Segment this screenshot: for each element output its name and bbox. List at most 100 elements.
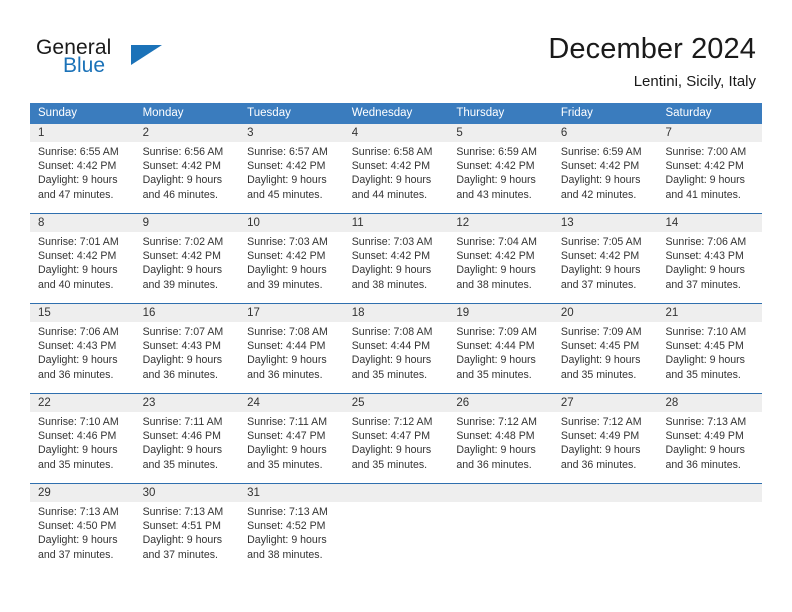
day-cell[interactable]: Sunrise: 7:03 AM Sunset: 4:42 PM Daylight:…: [344, 232, 449, 303]
day-number[interactable]: 11: [344, 214, 449, 232]
daylight-text: and 35 minutes.: [351, 458, 428, 471]
day-number[interactable]: 26: [448, 394, 553, 412]
daylight-text: and 38 minutes.: [247, 548, 323, 561]
day-number[interactable]: 2: [135, 124, 240, 142]
day-cell[interactable]: Sunrise: 7:13 AM Sunset: 4:49 PM Daylight:…: [657, 412, 762, 483]
day-cell[interactable]: Sunrise: 7:04 AM Sunset: 4:42 PM Daylight:…: [448, 232, 553, 303]
daylight-text: Daylight: 9 hours: [351, 444, 432, 457]
day-number[interactable]: 21: [657, 304, 762, 322]
day-cell[interactable]: Sunrise: 7:12 AM Sunset: 4:47 PM Daylight:…: [344, 412, 449, 483]
day-cell[interactable]: Sunrise: 7:08 AM Sunset: 4:44 PM Daylight:…: [239, 322, 344, 393]
daylight-text: Daylight: 9 hours: [38, 264, 118, 277]
day-number[interactable]: 23: [135, 394, 240, 412]
daylight-text: Daylight: 9 hours: [247, 444, 327, 457]
day-cell[interactable]: Sunrise: 7:00 AM Sunset: 4:42 PM Daylight:…: [657, 142, 762, 213]
sunrise-text: Sunrise: 7:08 AM: [351, 326, 433, 338]
calendar-week-row: 22 23 24 25 26 27 28 Sunrise: 7:10 AM Sunset: 4:…: [30, 393, 762, 483]
daylight-text: and 35 minutes.: [560, 368, 637, 381]
weekday-header-saturday: Saturday: [665, 107, 712, 119]
day-cell[interactable]: Sunrise: 7:01 AM Sunset: 4:42 PM Daylight:…: [30, 232, 135, 303]
day-number[interactable]: 7: [657, 124, 762, 142]
day-cell[interactable]: Sunrise: 6:59 AM Sunset: 4:42 PM Daylight:…: [448, 142, 553, 213]
day-cell[interactable]: Sunrise: 7:02 AM Sunset: 4:42 PM Daylight:…: [135, 232, 240, 303]
day-cell[interactable]: Sunrise: 6:56 AM Sunset: 4:42 PM Daylight:…: [135, 142, 240, 213]
day-number[interactable]: 31: [239, 484, 344, 502]
day-cell[interactable]: Sunrise: 7:13 AM Sunset: 4:51 PM Daylight:…: [135, 502, 240, 573]
day-number[interactable]: 25: [344, 394, 449, 412]
day-cell[interactable]: Sunrise: 7:09 AM Sunset: 4:44 PM Daylight:…: [448, 322, 553, 393]
day-number[interactable]: 14: [657, 214, 762, 232]
weekday-header-friday: Friday: [560, 107, 593, 119]
day-number[interactable]: 8: [30, 214, 135, 232]
day-number[interactable]: 10: [239, 214, 344, 232]
day-cell[interactable]: Sunrise: 7:12 AM Sunset: 4:48 PM Daylight:…: [448, 412, 553, 483]
day-number[interactable]: 4: [344, 124, 449, 142]
day-cell[interactable]: Sunrise: 7:13 AM Sunset: 4:50 PM Daylight:…: [30, 502, 135, 573]
sunrise-text: Sunrise: 6:58 AM: [351, 146, 433, 158]
general-blue-logo[interactable]: General Blue: [36, 36, 236, 84]
day-number[interactable]: 30: [135, 484, 240, 502]
day-number[interactable]: 20: [553, 304, 658, 322]
sunset-text: Sunset: 4:44 PM: [456, 340, 535, 353]
sunset-text: Sunset: 4:49 PM: [665, 430, 744, 443]
weekday-header-tuesday: Tuesday: [247, 107, 291, 119]
week-daynumber-band: 1234567: [30, 124, 762, 142]
day-cell[interactable]: Sunrise: 7:08 AM Sunset: 4:44 PM Daylight:…: [344, 322, 449, 393]
sunrise-text: Sunrise: 7:09 AM: [560, 326, 642, 338]
day-cell[interactable]: Sunrise: 7:10 AM Sunset: 4:45 PM Daylight:…: [657, 322, 762, 393]
day-number[interactable]: 29: [30, 484, 135, 502]
day-cell[interactable]: Sunrise: 7:05 AM Sunset: 4:42 PM Daylight:…: [553, 232, 658, 303]
sunrise-text: Sunrise: 6:59 AM: [456, 146, 537, 158]
calendar-page: General Blue December 2024 Lentini, Sici…: [0, 0, 792, 612]
daylight-text: Daylight: 9 hours: [142, 174, 223, 187]
sunrise-text: Sunrise: 7:13 AM: [665, 416, 747, 428]
day-cell[interactable]: Sunrise: 7:11 AM Sunset: 4:46 PM Daylight:…: [135, 412, 240, 483]
day-cell[interactable]: Sunrise: 7:13 AM Sunset: 4:52 PM Daylight:…: [239, 502, 344, 573]
weekday-header-thursday: Thursday: [456, 107, 505, 119]
day-cell[interactable]: Sunrise: 7:06 AM Sunset: 4:43 PM Daylight:…: [30, 322, 135, 393]
day-number[interactable]: 16: [135, 304, 240, 322]
day-cell[interactable]: Sunrise: 6:55 AM Sunset: 4:42 PM Daylight:…: [30, 142, 135, 213]
sunrise-text: Sunrise: 7:13 AM: [38, 506, 119, 518]
sunrise-text: Sunrise: 7:06 AM: [665, 236, 747, 248]
sunrise-text: Sunrise: 7:10 AM: [38, 416, 119, 428]
day-number[interactable]: 28: [657, 394, 762, 412]
day-cell[interactable]: Sunrise: 7:03 AM Sunset: 4:42 PM Daylight:…: [239, 232, 344, 303]
day-number[interactable]: 27: [553, 394, 658, 412]
daylight-text: Daylight: 9 hours: [665, 444, 745, 457]
daylight-text: and 36 minutes.: [665, 458, 741, 471]
day-number[interactable]: 22: [30, 394, 135, 412]
daylight-text: Daylight: 9 hours: [456, 174, 536, 187]
location-subtitle: Lentini, Sicily, Italy: [633, 73, 756, 90]
day-number[interactable]: 12: [448, 214, 553, 232]
day-number[interactable]: 18: [344, 304, 449, 322]
week-detail-band: Sunrise: 7:06 AM Sunset: 4:43 PM Daylight:…: [30, 322, 762, 393]
day-number[interactable]: 19: [448, 304, 553, 322]
day-number[interactable]: 6: [553, 124, 658, 142]
day-cell-empty: [553, 502, 658, 573]
weekday-header-sunday: Sunday: [38, 107, 78, 119]
day-number[interactable]: 1: [30, 124, 135, 142]
day-number[interactable]: 17: [239, 304, 344, 322]
daylight-text: and 39 minutes.: [247, 278, 323, 291]
day-cell[interactable]: Sunrise: 7:10 AM Sunset: 4:46 PM Daylight:…: [30, 412, 135, 483]
day-number[interactable]: 24: [239, 394, 344, 412]
day-cell[interactable]: Sunrise: 6:57 AM Sunset: 4:42 PM Daylight:…: [239, 142, 344, 213]
day-cell[interactable]: Sunrise: 7:12 AM Sunset: 4:49 PM Daylight:…: [553, 412, 658, 483]
sunset-text: Sunset: 4:44 PM: [247, 340, 326, 353]
day-cell[interactable]: Sunrise: 6:58 AM Sunset: 4:42 PM Daylight:…: [344, 142, 449, 213]
daylight-text: and 36 minutes.: [456, 458, 532, 471]
calendar-week-row: 1 2 3 4 5 6 7 Sunrise: 6:55 AM Sunset: 4:42 PM Da…: [30, 124, 762, 213]
day-cell[interactable]: Sunrise: 7:09 AM Sunset: 4:45 PM Daylight:…: [553, 322, 658, 393]
sunrise-text: Sunrise: 7:06 AM: [38, 326, 119, 338]
daylight-text: and 35 minutes.: [665, 368, 741, 381]
day-number[interactable]: 5: [448, 124, 553, 142]
day-number[interactable]: 13: [553, 214, 658, 232]
day-number[interactable]: 9: [135, 214, 240, 232]
day-cell[interactable]: Sunrise: 7:06 AM Sunset: 4:43 PM Daylight:…: [657, 232, 762, 303]
day-number[interactable]: 3: [239, 124, 344, 142]
day-cell[interactable]: Sunrise: 6:59 AM Sunset: 4:42 PM Daylight:…: [553, 142, 658, 213]
day-number[interactable]: 15: [30, 304, 135, 322]
day-cell[interactable]: Sunrise: 7:11 AM Sunset: 4:47 PM Daylight:…: [239, 412, 344, 483]
day-cell[interactable]: Sunrise: 7:07 AM Sunset: 4:43 PM Daylight:…: [135, 322, 240, 393]
